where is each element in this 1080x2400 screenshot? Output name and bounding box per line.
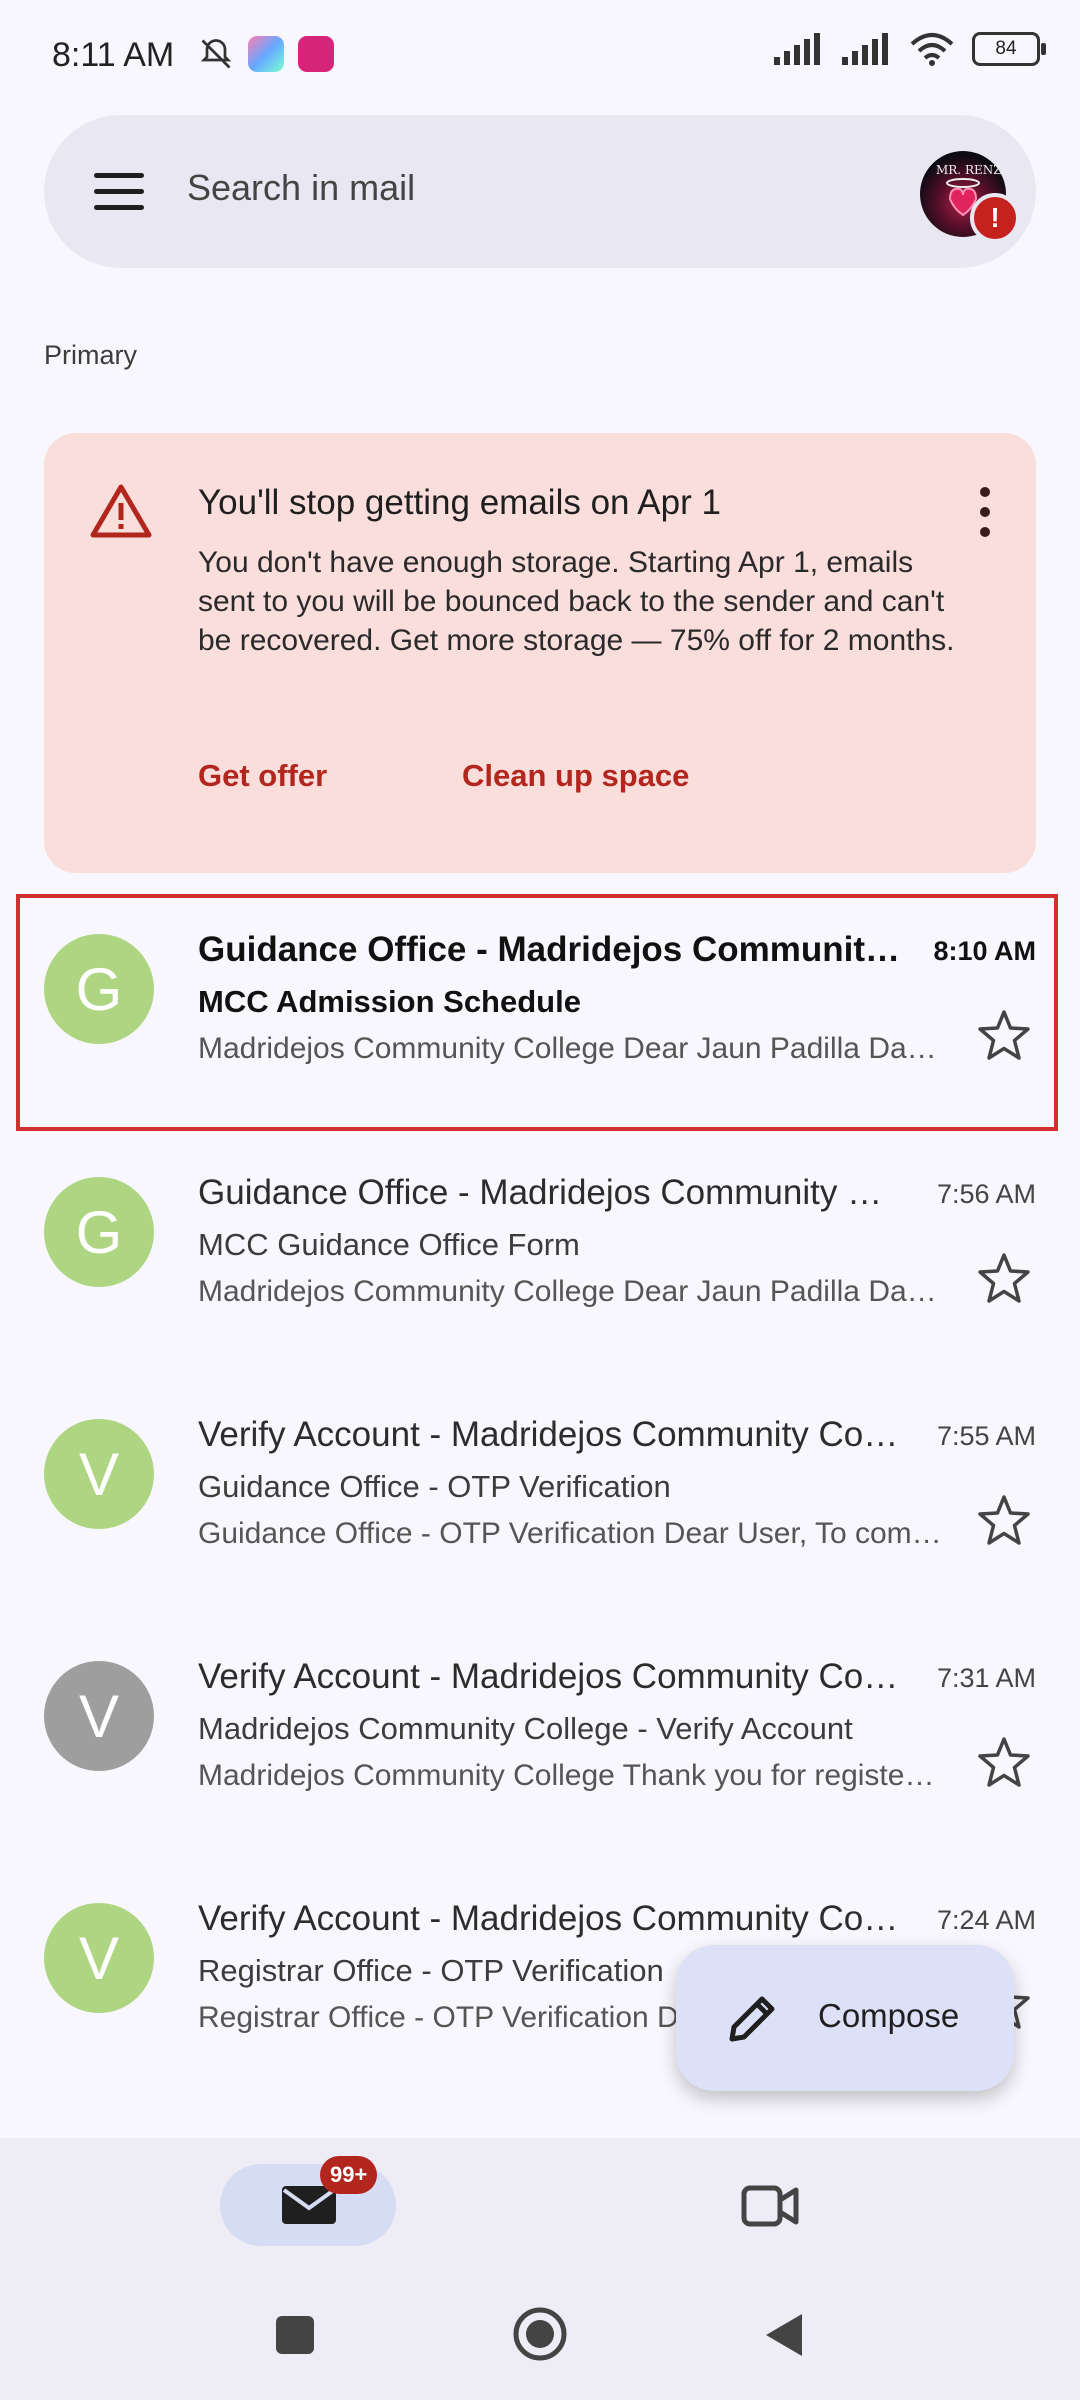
search-bar[interactable]: Search in mail MR. RENZ ! — [44, 115, 1036, 268]
compose-label: Compose — [818, 1997, 960, 2034]
email-sender: Guidance Office - Madridejos Community C… — [198, 1173, 903, 1212]
email-time: 7:24 AM — [936, 1905, 1036, 1935]
email-sender: Verify Account - Madridejos Community Co… — [198, 1415, 903, 1454]
signal-icon-2 — [842, 33, 888, 65]
star-icon[interactable] — [976, 1251, 1032, 1307]
tab-mail[interactable]: 99+ — [220, 2156, 396, 2246]
unread-count-badge: 99+ — [320, 2156, 378, 2194]
wifi-icon — [910, 33, 954, 66]
more-options-icon[interactable] — [980, 487, 992, 537]
email-sender: Verify Account - Madridejos Community Co… — [198, 1899, 903, 1938]
sender-avatar[interactable]: V — [44, 1661, 154, 1771]
battery-indicator: 84 — [972, 32, 1046, 66]
email-sender: Verify Account - Madridejos Community Co… — [198, 1657, 903, 1696]
status-time: 8:11 AM — [52, 36, 175, 74]
system-navigation-bar — [0, 2268, 1080, 2400]
email-time: 7:31 AM — [936, 1663, 1036, 1693]
sender-avatar[interactable]: V — [44, 1419, 154, 1529]
account-alert-icon: ! — [970, 193, 1020, 243]
email-subject: Madridejos Community College - Verify Ac… — [198, 1711, 853, 1746]
email-snippet: Guidance Office - OTP Verification Dear … — [198, 1517, 943, 1550]
status-bar: 8:11 AM 84 — [0, 0, 1080, 116]
email-row[interactable]: G Guidance Office - Madridejos Community … — [0, 1137, 1080, 1379]
compose-button[interactable]: Compose — [676, 1945, 1014, 2091]
get-offer-button[interactable]: Get offer — [198, 758, 327, 794]
storage-warning-card: You'll stop getting emails on Apr 1 You … — [44, 433, 1036, 873]
account-avatar[interactable]: MR. RENZ ! — [920, 151, 1020, 243]
hamburger-menu-icon[interactable] — [94, 173, 144, 211]
email-snippet: Madridejos Community College Thank you f… — [198, 1759, 943, 1792]
email-subject: Guidance Office - OTP Verification — [198, 1469, 671, 1504]
sender-avatar[interactable]: G — [44, 1177, 154, 1287]
recent-apps-icon[interactable] — [270, 2310, 320, 2360]
email-snippet: Madridejos Community College Dear Jaun P… — [198, 1275, 943, 1308]
bottom-navigation: 99+ — [0, 2138, 1080, 2268]
star-icon[interactable] — [976, 1735, 1032, 1791]
card-body: You don't have enough storage. Starting … — [198, 546, 955, 657]
warning-triangle-icon — [90, 484, 152, 538]
video-camera-icon[interactable] — [740, 2180, 800, 2232]
selection-highlight — [16, 894, 1058, 1131]
star-icon[interactable] — [976, 1493, 1032, 1549]
system-status-icons: 84 — [774, 32, 1046, 66]
pencil-icon — [729, 1996, 775, 2042]
email-time: 7:56 AM — [936, 1179, 1036, 1209]
clean-up-space-button[interactable]: Clean up space — [462, 758, 689, 794]
bell-off-icon — [200, 39, 232, 69]
section-label-primary: Primary — [44, 340, 137, 370]
sender-avatar[interactable]: V — [44, 1903, 154, 2013]
search-input[interactable]: Search in mail — [187, 167, 415, 209]
signal-icon — [774, 33, 820, 65]
card-title: You'll stop getting emails on Apr 1 — [198, 483, 721, 522]
notification-icons — [198, 36, 334, 72]
email-subject: MCC Guidance Office Form — [198, 1227, 580, 1262]
email-row[interactable]: V Verify Account - Madridejos Community C… — [0, 1621, 1080, 1863]
email-row[interactable]: V Verify Account - Madridejos Community C… — [0, 1379, 1080, 1621]
email-time: 7:55 AM — [936, 1421, 1036, 1451]
back-icon[interactable] — [760, 2310, 810, 2360]
shop-app-notification-icon — [298, 36, 334, 72]
home-icon[interactable] — [512, 2306, 568, 2362]
app-notification-icon — [248, 36, 284, 72]
